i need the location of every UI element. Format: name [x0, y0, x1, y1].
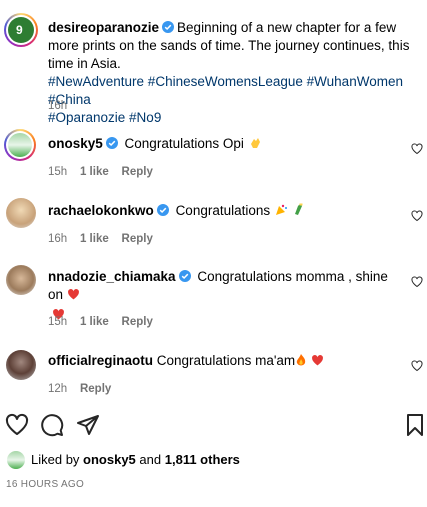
comment-text: Congratulations [175, 203, 271, 218]
comment-username[interactable]: rachaelokonkwo [48, 203, 154, 218]
avatar-ring-gap: 9 [6, 15, 36, 45]
comment-like-heart-icon[interactable] [411, 143, 423, 155]
verified-badge-icon [162, 21, 175, 33]
comment-avatar[interactable] [8, 133, 32, 157]
caption-hashtags[interactable]: #NewAdventure #ChineseWomensLeague #Wuha… [48, 74, 403, 107]
comment-meta: 15h 1 like Reply [48, 316, 153, 328]
comment-avatar[interactable] [6, 265, 36, 295]
comment-like-heart-icon[interactable] [411, 210, 423, 222]
comment-reply-button[interactable]: Reply [122, 233, 153, 245]
comment-reply-button[interactable]: Reply [122, 166, 153, 178]
liker-username[interactable]: onosky5 [83, 452, 136, 467]
liker-avatar[interactable] [7, 451, 25, 469]
caption-hashtags-2[interactable]: #Oparanozie #No9 [48, 110, 161, 125]
author-avatar[interactable]: 9 [8, 17, 34, 43]
comment-bubble-icon[interactable] [40, 413, 64, 437]
comment-meta: 15h 1 like Reply [48, 166, 153, 178]
comment-avatar[interactable] [6, 350, 36, 380]
likes-count[interactable]: 1,811 others [165, 452, 240, 467]
verified-badge-icon [105, 137, 118, 149]
likes-summary: Liked by onosky5 and 1,811 others [31, 452, 240, 467]
post-time: 16h [48, 100, 68, 112]
comment-username[interactable]: nnadozie_chiamaka [48, 269, 176, 284]
verified-badge-icon [178, 270, 191, 282]
comment-like-heart-icon[interactable] [411, 276, 423, 288]
comment-avatar-ring[interactable] [4, 129, 36, 161]
comment-meta: 16h 1 like Reply [48, 233, 153, 245]
comment-username[interactable]: officialreginaotu [48, 353, 153, 368]
post-timestamp: 16 HOURS AGO [6, 479, 85, 490]
comment-time: 12h [48, 383, 68, 395]
comment-username[interactable]: onosky5 [48, 136, 103, 151]
comment-avatar[interactable] [6, 198, 36, 228]
comment-text: Congratulations Opi [124, 136, 244, 151]
party-popper-emoji [275, 204, 287, 215]
likes-middle: and [139, 452, 162, 467]
comment-reply-button[interactable]: Reply [122, 316, 153, 328]
comment-body: onosky5 Congratulations Opi [48, 135, 398, 153]
comment-time: 16h [48, 233, 68, 245]
comment-time: 15h [48, 166, 68, 178]
fire-emoji [296, 354, 306, 366]
comment-time: 15h [48, 316, 68, 328]
comment-like-count[interactable]: 1 like [80, 233, 109, 245]
author-avatar-ring[interactable]: 9 [4, 13, 38, 47]
comment-like-count[interactable]: 1 like [80, 316, 109, 328]
champagne-bottle-emoji [294, 203, 303, 215]
comment-reply-button[interactable]: Reply [80, 383, 111, 395]
comment-like-count[interactable]: 1 like [80, 166, 109, 178]
verified-badge-icon [156, 204, 169, 216]
clapping-hands-emoji [250, 138, 260, 148]
like-heart-icon[interactable] [5, 413, 29, 437]
comment-meta: 12h Reply [48, 383, 111, 395]
comment-like-heart-icon[interactable] [411, 360, 423, 372]
save-bookmark-icon[interactable] [403, 413, 427, 437]
comment-body: rachaelokonkwo Congratulations [48, 202, 398, 220]
jersey-number: 9 [16, 23, 23, 37]
author-username[interactable]: desireoparanozie [48, 20, 159, 35]
share-paper-plane-icon[interactable] [76, 413, 100, 437]
likes-prefix: Liked by [31, 452, 80, 467]
avatar-ring-gap [6, 131, 34, 159]
comment-body: officialreginaotu Congratulations ma'am [48, 352, 398, 370]
comment-text: Congratulations ma'am [156, 353, 296, 368]
post-caption: desireoparanozie Beginning of a new chapt… [48, 19, 423, 127]
red-heart-emoji [311, 355, 323, 366]
red-heart-emoji [67, 289, 79, 300]
